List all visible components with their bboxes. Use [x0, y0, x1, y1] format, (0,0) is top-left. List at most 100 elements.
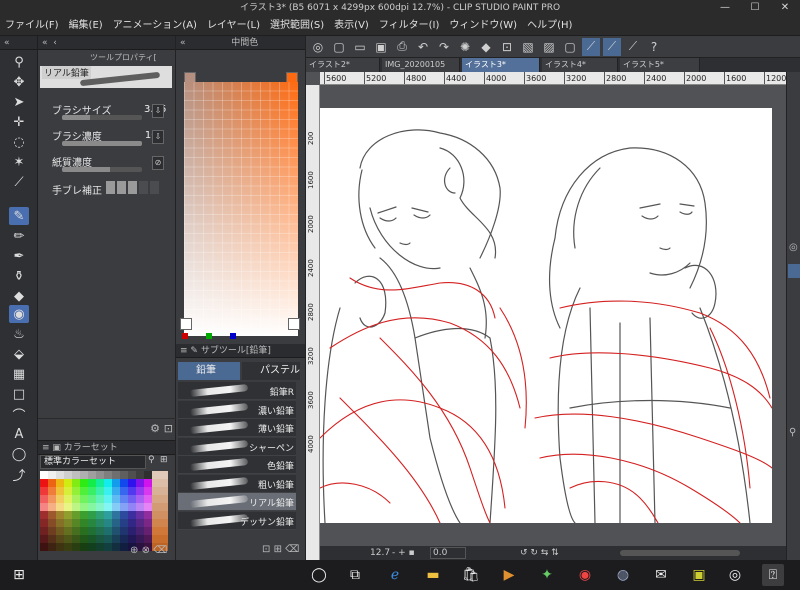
color-swatch[interactable] [112, 503, 120, 511]
color-swatch[interactable] [96, 479, 104, 487]
color-swatch[interactable] [56, 535, 64, 543]
sub-tool-tab[interactable]: サブツール[鉛筆] [201, 346, 271, 356]
color-swatch[interactable] [112, 495, 120, 503]
color-swatch[interactable] [120, 479, 128, 487]
color-swatch[interactable] [96, 495, 104, 503]
search-icon[interactable]: ⚲ [148, 455, 155, 465]
sub-tool-item[interactable]: 薄い鉛筆 [178, 419, 296, 437]
color-swatch[interactable] [128, 479, 136, 487]
color-swatch[interactable] [40, 487, 48, 495]
stabilization-row[interactable]: 手ブレ補正 [38, 180, 176, 197]
ruler-tool-icon[interactable]: ⌒ [9, 405, 29, 424]
duplicate-subtool-icon[interactable]: ⊡ [262, 544, 270, 555]
color-swatch[interactable] [80, 471, 88, 479]
delete-subtool-icon[interactable]: ⌫ [285, 544, 299, 555]
color-set-select[interactable]: 標準カラーセット [40, 455, 146, 469]
color-swatch[interactable] [56, 495, 64, 503]
color-swatch[interactable] [88, 471, 96, 479]
sub-tool-item[interactable]: 粗い鉛筆 [178, 474, 296, 493]
clip-studio-icon[interactable]: ◎ [309, 38, 327, 56]
color-swatch[interactable] [144, 503, 152, 511]
color-swatch[interactable] [104, 519, 112, 527]
color-swatch[interactable] [104, 535, 112, 543]
color-swatch[interactable] [144, 511, 152, 519]
undo-icon[interactable]: ↶ [414, 38, 432, 56]
color-swatch-grid[interactable] [40, 471, 172, 551]
menu-filter[interactable]: フィルター(I) [374, 16, 445, 36]
search-layer-icon[interactable]: ⚲ [789, 427, 796, 438]
color-swatch[interactable] [64, 487, 72, 495]
redo-icon[interactable]: ↷ [435, 38, 453, 56]
color-swatch[interactable] [48, 543, 56, 551]
color-swatch[interactable] [56, 527, 64, 535]
color-swatch[interactable] [160, 527, 168, 535]
correct-line-tool-icon[interactable]: ⤴ [9, 465, 29, 484]
stabilization-step[interactable] [106, 181, 115, 194]
layer-move-icon[interactable]: ✛ [9, 113, 29, 131]
color-swatch[interactable] [120, 511, 128, 519]
replace-swatch-icon[interactable]: ⊗ [142, 545, 150, 556]
menu-file[interactable]: ファイル(F) [0, 16, 64, 36]
color-swatch[interactable] [128, 495, 136, 503]
color-swatch[interactable] [160, 487, 168, 495]
snap-special-ruler-icon[interactable]: ⟋ [603, 37, 621, 56]
color-swatch[interactable] [72, 495, 80, 503]
color-swatch[interactable] [136, 503, 144, 511]
brush-size-menu-button[interactable]: ⇩ [152, 104, 164, 118]
color-swatch[interactable] [136, 487, 144, 495]
document-tab[interactable]: イラスト5* [620, 58, 700, 72]
color-swatch[interactable] [104, 527, 112, 535]
brush-size-row[interactable]: ブラシサイズ 3.46 ⇩ [38, 100, 176, 126]
color-swatch[interactable] [104, 543, 112, 551]
help-icon[interactable]: ? [645, 38, 663, 56]
color-swatch[interactable] [160, 535, 168, 543]
color-swatch[interactable] [72, 479, 80, 487]
cortana-icon[interactable]: ◯ [308, 564, 330, 586]
layer-panel-icon[interactable]: ◎ [789, 242, 798, 253]
color-swatch[interactable] [112, 519, 120, 527]
color-swatch[interactable] [128, 535, 136, 543]
color-swatch[interactable] [48, 503, 56, 511]
color-swatch[interactable] [80, 535, 88, 543]
color-swatch[interactable] [48, 527, 56, 535]
color-swatch[interactable] [96, 487, 104, 495]
zoom-out-button[interactable]: - [392, 548, 395, 558]
color-swatch[interactable] [160, 495, 168, 503]
sub-tool-item[interactable]: 鉛筆R [178, 382, 296, 400]
deselect-icon[interactable]: ▧ [519, 38, 537, 56]
intermediate-color-tab[interactable]: 中間色 [231, 38, 258, 48]
airbrush-tool-icon[interactable]: ⚱ [9, 267, 29, 285]
task-view-icon[interactable]: ⧉ [344, 564, 366, 586]
delete-swatch-icon[interactable]: ⌫ [153, 545, 167, 556]
mail-icon[interactable]: ✉ [650, 564, 672, 586]
eraser-tool-icon[interactable]: ◆ [9, 287, 29, 305]
color-swatch[interactable] [40, 511, 48, 519]
color-swatch[interactable] [40, 543, 48, 551]
paper-texture-button[interactable]: ⊘ [152, 156, 164, 170]
magic-wand-icon[interactable]: ✶ [9, 153, 29, 171]
color-swatch[interactable] [104, 471, 112, 479]
bottom-right-color-swatch[interactable] [288, 318, 300, 330]
color-swatch[interactable] [88, 479, 96, 487]
media-icon[interactable]: ▶ [498, 564, 520, 586]
document-tab[interactable]: イラスト4* [542, 58, 618, 72]
color-swatch[interactable] [128, 487, 136, 495]
selection-border-icon[interactable]: ▢ [561, 38, 579, 56]
color-swatch[interactable] [80, 495, 88, 503]
zoom-value[interactable]: 12.7 [370, 546, 390, 560]
brush-density-slider[interactable] [62, 141, 142, 146]
color-swatch[interactable] [112, 479, 120, 487]
fill-icon[interactable]: ◆ [477, 38, 495, 56]
color-swatch[interactable] [120, 487, 128, 495]
color-swatch[interactable] [80, 543, 88, 551]
sub-tool-item[interactable]: 色鉛筆 [178, 456, 296, 474]
menu-help[interactable]: ヘルプ(H) [522, 16, 577, 36]
color-swatch[interactable] [112, 535, 120, 543]
color-swatch[interactable] [120, 543, 128, 551]
color-swatch[interactable] [136, 527, 144, 535]
bottom-left-color-swatch[interactable] [180, 318, 192, 330]
brush-size-slider[interactable] [62, 115, 142, 120]
color-swatch[interactable] [128, 519, 136, 527]
sub-tool-item[interactable]: シャーペン [178, 437, 296, 456]
rotate-right-button[interactable]: ↻ [530, 548, 538, 558]
